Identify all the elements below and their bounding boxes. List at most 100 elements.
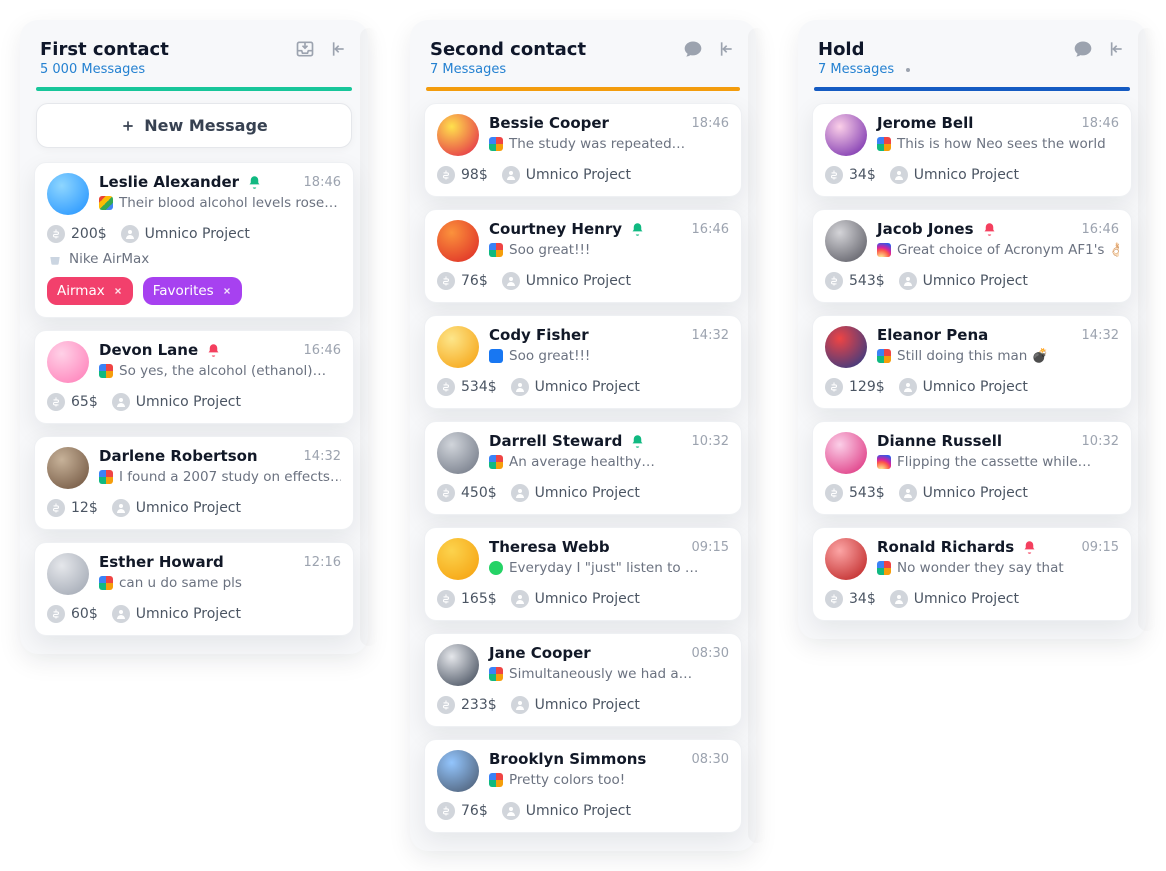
project: Umnico Project — [112, 605, 241, 623]
conversation-card[interactable]: Darlene Robertson 14:32 I found a 2007 s… — [34, 436, 354, 530]
avatar — [825, 538, 867, 580]
card-meta: 450$ Umnico Project — [437, 484, 729, 502]
card-meta: 543$ Umnico Project — [825, 272, 1119, 290]
conversation-card[interactable]: Jane Cooper 08:30 Simultaneously we had … — [424, 633, 742, 727]
multi-icon — [877, 349, 891, 363]
snippet-text: So yes, the alcohol (ethanol)… — [119, 363, 326, 379]
card-meta: 165$ Umnico Project — [437, 590, 729, 608]
price-value: 129$ — [849, 379, 885, 395]
column-header: First contact — [34, 34, 354, 60]
dollar-icon — [47, 225, 65, 243]
project: Umnico Project — [511, 696, 640, 714]
project: Umnico Project — [899, 272, 1028, 290]
conversation-card[interactable]: Eleanor Pena 14:32 Still doing this man … — [812, 315, 1132, 409]
conversation-card[interactable]: Leslie Alexander 18:46 Their blood alcoh… — [34, 162, 354, 318]
price-value: 76$ — [461, 273, 488, 289]
multi-icon — [489, 667, 503, 681]
message-snippet: Flipping the cassette while… — [877, 454, 1119, 470]
conversation-card[interactable]: Devon Lane 16:46 So yes, the alcohol (et… — [34, 330, 354, 424]
conversation-card[interactable]: Darrell Steward 10:32 An average healthy… — [424, 421, 742, 515]
avatar — [47, 447, 89, 489]
avatar — [437, 432, 479, 474]
project: Umnico Project — [511, 484, 640, 502]
multi-icon — [489, 455, 503, 469]
avatar — [47, 173, 89, 215]
time: 08:30 — [692, 646, 729, 661]
person-icon — [511, 484, 529, 502]
contact-name: Devon Lane — [99, 341, 198, 359]
avatar — [437, 220, 479, 262]
price: 76$ — [437, 802, 488, 820]
person-icon — [511, 378, 529, 396]
avatar — [437, 644, 479, 686]
time: 18:46 — [692, 116, 729, 131]
comment-icon[interactable] — [1072, 38, 1094, 60]
message-snippet: Great choice of Acronym AF1's 👌🏻 — [877, 242, 1119, 258]
dollar-icon — [47, 393, 65, 411]
price: 98$ — [437, 166, 488, 184]
avatar — [825, 432, 867, 474]
dollar-icon — [437, 802, 455, 820]
project: Umnico Project — [511, 378, 640, 396]
conversation-card[interactable]: Ronald Richards 09:15 No wonder they say… — [812, 527, 1132, 621]
snippet-text: This is how Neo sees the world — [897, 136, 1106, 152]
wa-icon — [489, 561, 503, 575]
contact-name: Eleanor Pena — [877, 326, 988, 344]
project-name: Umnico Project — [145, 226, 250, 242]
snippet-text: Soo great!!! — [509, 242, 590, 258]
message-snippet: Soo great!!! — [489, 348, 729, 364]
collapse-icon[interactable] — [326, 38, 348, 60]
project-name: Umnico Project — [914, 591, 1019, 607]
new-message-button[interactable]: New Message — [36, 103, 352, 148]
contact-name: Jerome Bell — [877, 114, 973, 132]
person-icon — [899, 378, 917, 396]
dollar-icon — [825, 378, 843, 396]
contact-name: Darrell Steward — [489, 432, 622, 450]
conversation-card[interactable]: Brooklyn Simmons 08:30 Pretty colors too… — [424, 739, 742, 833]
column-divider — [814, 87, 1130, 91]
card-meta: 543$ Umnico Project — [825, 484, 1119, 502]
card-meta: 12$ Umnico Project — [47, 499, 341, 517]
message-snippet: Pretty colors too! — [489, 772, 729, 788]
close-icon[interactable] — [222, 286, 232, 296]
conversation-card[interactable]: Esther Howard 12:16 can u do same pls 60… — [34, 542, 354, 636]
message-snippet: An average healthy… — [489, 454, 729, 470]
multi-icon — [489, 773, 503, 787]
price-value: 450$ — [461, 485, 497, 501]
inbox-icon[interactable] — [294, 38, 316, 60]
conversation-card[interactable]: Jacob Jones 16:46 Great choice of Acrony… — [812, 209, 1132, 303]
project-name: Umnico Project — [136, 394, 241, 410]
conversation-card[interactable]: Theresa Webb 09:15 Everyday I "just" lis… — [424, 527, 742, 621]
column-subtitle: 7 Messages — [812, 60, 1132, 87]
person-icon — [502, 802, 520, 820]
conversation-card[interactable]: Jerome Bell 18:46 This is how Neo sees t… — [812, 103, 1132, 197]
dollar-icon — [437, 590, 455, 608]
price-value: 34$ — [849, 167, 876, 183]
message-snippet: can u do same pls — [99, 575, 341, 591]
conversation-card[interactable]: Courtney Henry 16:46 Soo great!!! 76$ Um… — [424, 209, 742, 303]
price: 76$ — [437, 272, 488, 290]
price: 543$ — [825, 484, 885, 502]
bell-icon — [630, 222, 645, 237]
google-icon — [99, 196, 113, 210]
dollar-icon — [47, 499, 65, 517]
snippet-text: No wonder they say that — [897, 560, 1064, 576]
time: 16:46 — [692, 222, 729, 237]
dollar-icon — [825, 166, 843, 184]
price-value: 98$ — [461, 167, 488, 183]
column-actions — [682, 38, 736, 60]
close-icon[interactable] — [113, 286, 123, 296]
conversation-card[interactable]: Bessie Cooper 18:46 The study was repeat… — [424, 103, 742, 197]
comment-icon[interactable] — [682, 38, 704, 60]
contact-name: Brooklyn Simmons — [489, 750, 646, 768]
conversation-card[interactable]: Cody Fisher 14:32 Soo great!!! 534$ Umni… — [424, 315, 742, 409]
price-value: 60$ — [71, 606, 98, 622]
snippet-text: Great choice of Acronym AF1's 👌🏻 — [897, 242, 1119, 258]
tag[interactable]: Airmax — [47, 277, 133, 305]
bell-icon — [247, 175, 262, 190]
conversation-card[interactable]: Dianne Russell 10:32 Flipping the casset… — [812, 421, 1132, 515]
project-name: Umnico Project — [136, 606, 241, 622]
collapse-icon[interactable] — [1104, 38, 1126, 60]
tag[interactable]: Favorites — [143, 277, 242, 305]
collapse-icon[interactable] — [714, 38, 736, 60]
